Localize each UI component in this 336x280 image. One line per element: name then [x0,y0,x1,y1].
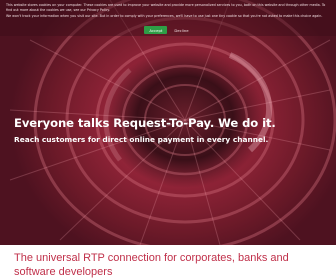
hero-headline: Everyone talks Request-To-Pay. We do it. [14,116,276,130]
hero-section: This website stores cookies on your comp… [0,0,336,245]
cookie-accept-button[interactable]: Accept [144,26,168,34]
cookie-decline-button[interactable]: Decline [171,26,191,34]
hero-subheadline: Reach customers for direct online paymen… [14,135,269,144]
cookie-banner-text-secondary: We won't track your information when you… [6,13,323,18]
cookie-banner: This website stores cookies on your comp… [0,0,336,36]
cookie-banner-text: This website stores cookies on your comp… [6,3,326,12]
section-tagline: The universal RTP connection for corpora… [14,252,289,278]
